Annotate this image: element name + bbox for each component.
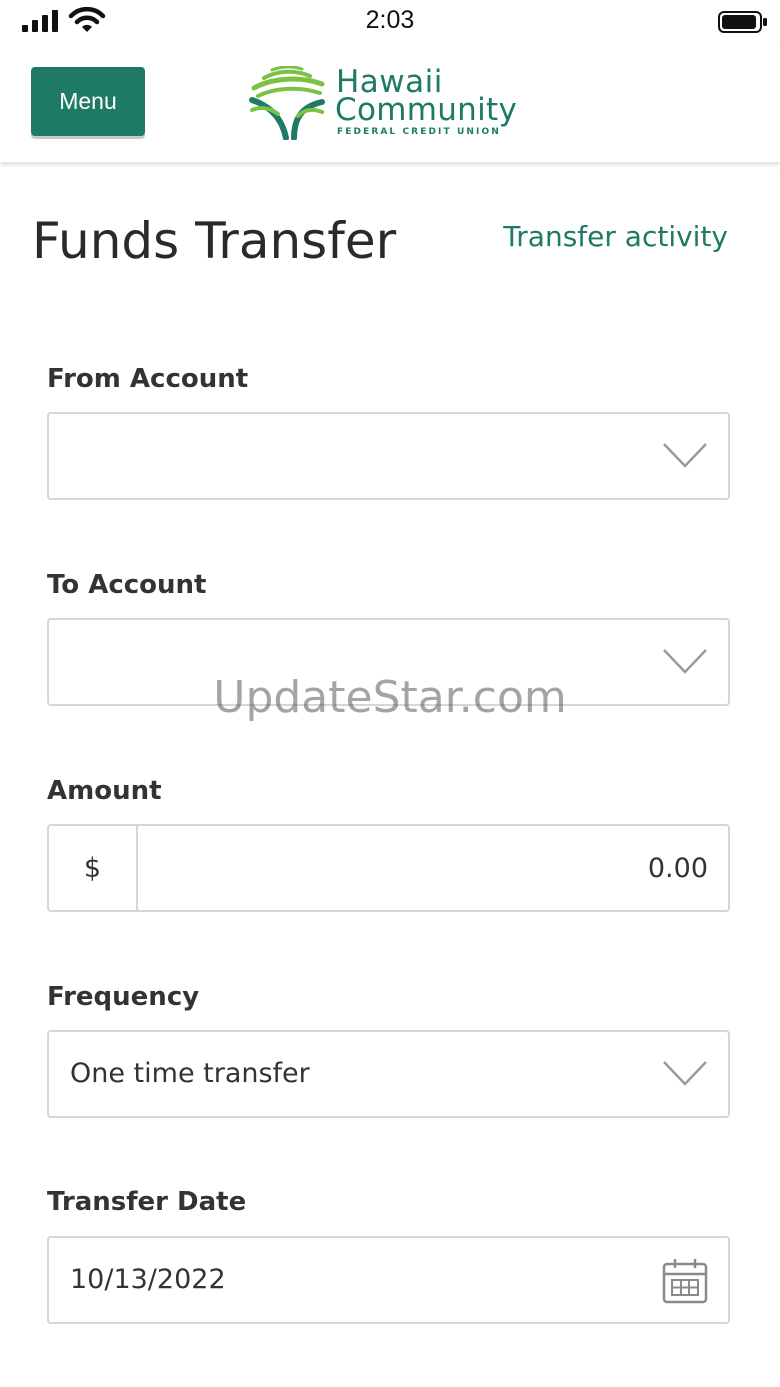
frequency-label: Frequency [47,982,200,1012]
status-bar: 2:03 [0,0,780,44]
transfer-date-label: Transfer Date [47,1187,247,1217]
brand-logo[interactable]: Hawaii Community FEDERAL CREDIT UNION [248,64,538,140]
currency-symbol: $ [83,853,102,884]
menu-button[interactable]: Menu [31,67,145,136]
app-header: Menu Hawaii Community FEDERAL CREDIT UNI… [0,44,780,162]
status-time: 2:03 [365,6,415,34]
page-title: Funds Transfer [32,212,397,270]
battery-icon [718,11,767,33]
chevron-down-icon [663,443,707,468]
frequency-value: One time transfer [70,1058,310,1089]
amount-input[interactable] [138,826,708,910]
transfer-activity-link[interactable]: Transfer activity [503,220,728,253]
to-account-label: To Account [47,570,207,600]
chevron-down-icon [663,1061,707,1086]
from-account-select[interactable] [47,412,730,500]
to-account-select[interactable] [47,618,730,706]
transfer-date-field[interactable]: 10/13/2022 [47,1236,730,1324]
chevron-down-icon [663,649,707,674]
from-account-label: From Account [47,364,249,394]
transfer-date-value: 10/13/2022 [70,1264,226,1295]
logo-tree-icon [249,66,325,140]
currency-addon: $ [49,826,138,910]
amount-label: Amount [47,776,162,806]
logo-text-line2: Community [335,92,518,128]
logo-subtitle: FEDERAL CREDIT UNION [337,127,501,137]
frequency-select[interactable]: One time transfer [47,1030,730,1118]
calendar-icon[interactable] [662,1258,708,1304]
amount-field: $ [47,824,730,912]
